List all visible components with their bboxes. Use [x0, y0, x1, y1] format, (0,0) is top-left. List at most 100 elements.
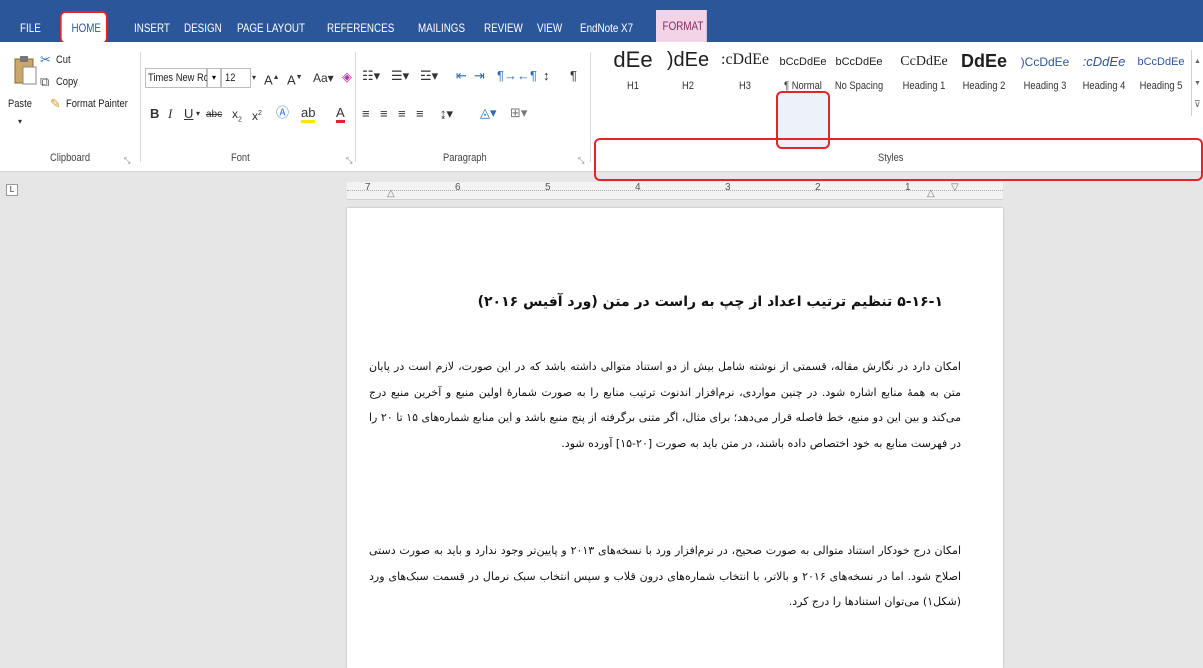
highlight-color-icon[interactable]: ab: [301, 105, 316, 123]
bullets-icon[interactable]: ☷▾: [362, 68, 380, 84]
document-heading: ۵-۱۶-۱ تنظیم ترتیب اعداد از چپ به راست د…: [477, 294, 943, 310]
sort-icon[interactable]: ↕: [543, 68, 550, 84]
underline-icon[interactable]: U: [184, 106, 193, 122]
ruler-number: 6: [455, 182, 461, 193]
ribbon: Paste ▾ ✂ Cut ⧉ Copy ✎ Format Painter Cl…: [0, 42, 1203, 181]
group-divider: [355, 52, 356, 162]
ltr-direction-icon[interactable]: ¶→: [497, 68, 517, 84]
tab-mailings[interactable]: MAILINGS: [418, 16, 465, 40]
style-name: Heading 5: [1139, 80, 1183, 92]
show-marks-icon[interactable]: ¶: [570, 68, 577, 84]
styles-gallery-scrollbar[interactable]: ▲ ▼ ⊽: [1191, 50, 1203, 116]
right-indent-marker-icon[interactable]: △: [927, 186, 935, 202]
copy-button[interactable]: Copy: [56, 76, 78, 88]
cut-icon: ✂: [40, 52, 51, 67]
style-no-spacing[interactable]: bCcDdEe No Spacing: [826, 48, 892, 98]
style-name: Heading 2: [962, 80, 1006, 92]
increase-indent-icon[interactable]: ⇥: [474, 68, 485, 84]
borders-icon[interactable]: ⊞▾: [510, 105, 527, 121]
shrink-font-icon[interactable]: A▼: [287, 70, 303, 88]
strikethrough-icon[interactable]: abc: [206, 107, 222, 123]
align-center-icon[interactable]: ≡: [380, 106, 388, 122]
rtl-direction-icon[interactable]: ←¶: [517, 68, 537, 84]
left-indent-marker-icon[interactable]: △: [387, 186, 395, 202]
shading-icon[interactable]: ◬▾: [480, 105, 497, 121]
font-size-input[interactable]: 12: [221, 68, 251, 88]
tab-design[interactable]: DESIGN: [184, 16, 222, 40]
tab-page-layout[interactable]: PAGE LAYOUT: [237, 16, 305, 40]
ruler-number: 7: [365, 182, 371, 193]
tab-file[interactable]: FILE: [20, 16, 41, 40]
font-color-icon[interactable]: A: [336, 105, 345, 123]
superscript-icon[interactable]: x2: [252, 106, 262, 124]
style-heading-3[interactable]: )CcDdEe Heading 3: [1012, 48, 1078, 98]
document-page[interactable]: ۵-۱۶-۱ تنظیم ترتیب اعداد از چپ به راست د…: [347, 208, 1003, 668]
tab-home[interactable]: HOME: [60, 11, 108, 44]
group-divider: [590, 52, 591, 162]
change-case-icon[interactable]: Aa▾: [313, 70, 334, 86]
tab-home-label: HOME: [71, 21, 101, 35]
justify-icon[interactable]: ≡: [416, 106, 424, 122]
scroll-down-icon[interactable]: ▼: [1194, 76, 1201, 92]
style-h3[interactable]: :cDdEe H3: [712, 48, 778, 98]
multilevel-list-icon[interactable]: ☲▾: [420, 68, 438, 84]
document-paragraph-2: امکان درج خودکار استناد متوالی به صورت ص…: [369, 544, 962, 608]
italic-icon[interactable]: I: [168, 106, 172, 122]
ruler-number: 2: [815, 182, 821, 193]
font-size-value: 12: [225, 72, 236, 84]
paste-dropdown-icon: ▾: [18, 117, 23, 126]
style-heading-5[interactable]: bCcDdEe Heading 5: [1128, 48, 1194, 98]
font-group-label: Font: [231, 152, 250, 164]
copy-icon: ⧉: [40, 74, 50, 89]
cut-button[interactable]: Cut: [56, 54, 71, 66]
styles-group-label: Styles: [878, 152, 904, 164]
style-name: H3: [739, 80, 751, 92]
underline-dropdown-icon[interactable]: ▾: [196, 106, 200, 122]
format-painter-icon: ✎: [50, 96, 61, 111]
tab-review[interactable]: REVIEW: [484, 16, 523, 40]
tab-insert[interactable]: INSERT: [134, 16, 170, 40]
clipboard-launcher-icon[interactable]: ⤡: [124, 156, 130, 166]
font-size-dropdown-icon[interactable]: ▾: [252, 70, 256, 86]
paste-button[interactable]: Paste ▾: [4, 50, 40, 130]
font-name-dropdown-icon[interactable]: ▾: [207, 68, 221, 88]
paragraph-group-label: Paragraph: [443, 152, 487, 164]
more-styles-icon[interactable]: ⊽: [1194, 96, 1201, 112]
ruler-number: 5: [545, 182, 551, 193]
scroll-up-icon[interactable]: ▲: [1194, 54, 1201, 70]
font-launcher-icon[interactable]: ⤡: [346, 156, 352, 166]
tab-references[interactable]: REFERENCES: [327, 16, 394, 40]
numbering-icon[interactable]: ☰▾: [391, 68, 409, 84]
style-heading-2[interactable]: DdEe Heading 2: [951, 48, 1017, 98]
ribbon-tab-bar: FILE HOME INSERT DESIGN PAGE LAYOUT REFE…: [0, 0, 1203, 44]
document-paragraph-1: امکان دارد در نگارش مقاله، قسمتی از نوشت…: [369, 360, 961, 450]
line-spacing-icon[interactable]: ↨▾: [440, 106, 453, 122]
style-name: H1: [627, 80, 639, 92]
text-effects-icon[interactable]: Ⓐ: [276, 105, 289, 121]
bold-icon[interactable]: B: [150, 106, 159, 122]
format-painter-button[interactable]: Format Painter: [66, 98, 128, 110]
align-right-icon[interactable]: ≡: [398, 106, 406, 122]
paragraph-launcher-icon[interactable]: ⤡: [578, 156, 584, 166]
ruler-number: 1: [905, 182, 911, 193]
tab-selector[interactable]: L: [6, 184, 18, 196]
style-preview: )CcDdEe: [1020, 55, 1070, 69]
grow-font-icon[interactable]: A▲: [264, 70, 280, 88]
style-preview: CcDdEe: [900, 54, 948, 69]
style-name: H2: [682, 80, 694, 92]
horizontal-ruler[interactable]: 7 6 5 4 3 2 1 △ △ ▽: [347, 182, 1003, 200]
first-line-indent-marker-icon[interactable]: ▽: [951, 180, 959, 196]
tab-format[interactable]: FORMAT: [656, 10, 707, 42]
font-name-input[interactable]: Times New Ro: [145, 68, 209, 88]
tab-endnote[interactable]: EndNote X7: [580, 16, 633, 40]
paste-icon: [14, 56, 37, 85]
style-heading-1[interactable]: CcDdEe Heading 1: [891, 48, 957, 98]
style-preview: :cDdEe: [721, 51, 769, 68]
style-preview: bCcDdEe: [835, 56, 883, 68]
align-left-icon[interactable]: ≡: [362, 106, 370, 122]
decrease-indent-icon[interactable]: ⇤: [456, 68, 467, 84]
clear-formatting-icon[interactable]: ◈: [342, 69, 352, 85]
subscript-icon[interactable]: x2: [232, 106, 242, 128]
style-preview: bCcDdEe: [1137, 56, 1185, 68]
tab-view[interactable]: VIEW: [537, 16, 562, 40]
